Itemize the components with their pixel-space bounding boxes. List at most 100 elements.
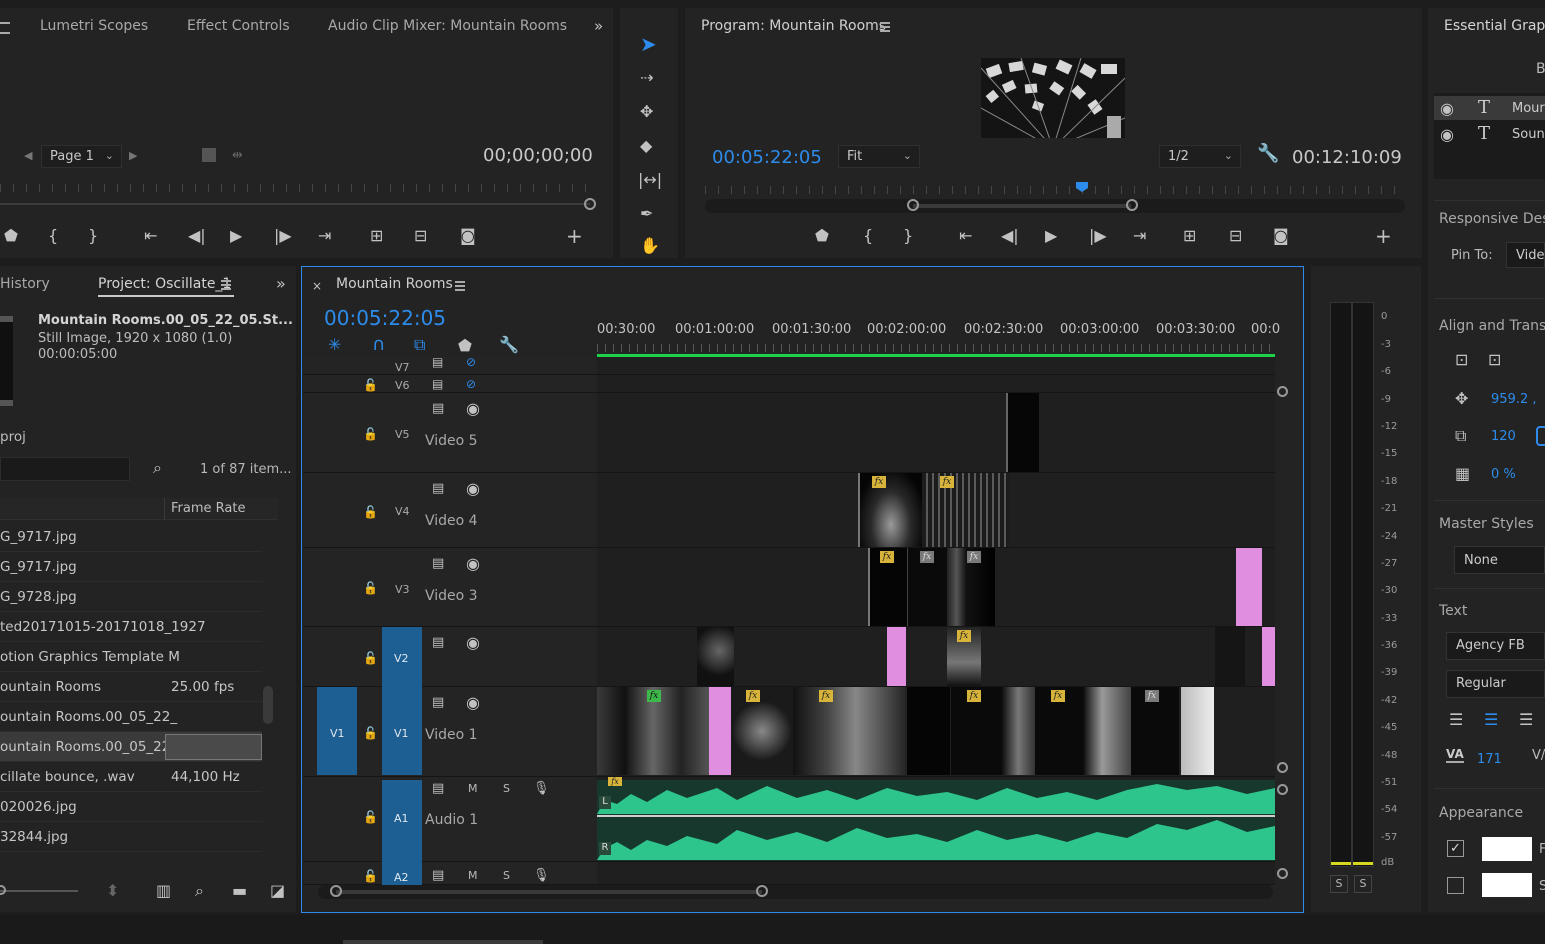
source-timecode[interactable]: 00;00;00;00 — [483, 145, 593, 166]
clip[interactable]: fx — [951, 687, 1035, 775]
tab-project[interactable]: Project: Oscillate_1 — [98, 276, 231, 292]
list-item[interactable]: 32844.jpg — [0, 822, 262, 852]
clip[interactable] — [1215, 627, 1245, 686]
stroke-checkbox[interactable] — [1447, 877, 1464, 894]
button-editor-icon[interactable]: + — [1375, 226, 1392, 246]
wrench-icon[interactable]: 🔧 — [499, 337, 519, 353]
list-item[interactable]: ountain Rooms.00_05_22_ — [0, 732, 262, 762]
solo-right-button[interactable]: S — [1354, 875, 1372, 893]
list-item[interactable]: ted20171015-20171018_1927 — [0, 612, 262, 642]
clip[interactable] — [1006, 393, 1039, 472]
zoom-handle-left[interactable] — [907, 199, 919, 211]
zoom-bar-track[interactable] — [913, 204, 1131, 208]
mark-out-icon[interactable]: } — [903, 228, 913, 244]
lock-icon[interactable]: 🔓 — [363, 504, 378, 520]
eye-off-icon[interactable]: ⊘ — [466, 354, 476, 370]
sort-icon[interactable]: ⬍ — [106, 883, 119, 899]
mute-button[interactable]: M — [468, 782, 478, 795]
toggle-sync-icon[interactable]: ▤ — [432, 556, 444, 572]
hand-tool-icon[interactable]: ✋ — [640, 238, 660, 254]
step-forward-icon[interactable]: |▶ — [274, 228, 292, 244]
lock-icon[interactable]: 🔓 — [363, 809, 378, 825]
go-to-out-icon[interactable]: ⇥ — [318, 228, 331, 244]
timeline-zoom-right[interactable] — [756, 885, 768, 897]
list-item[interactable]: G_9728.jpg — [0, 582, 262, 612]
clip[interactable]: fx — [858, 473, 922, 547]
eg-title[interactable]: Essential Graphic — [1444, 18, 1545, 34]
add-button-icon[interactable]: + — [566, 226, 583, 246]
toggle-sync-icon[interactable]: ▤ — [432, 695, 444, 711]
align-right-icon[interactable]: ☰ — [1519, 712, 1533, 728]
automate-sequence-icon[interactable]: ▥ — [156, 883, 171, 899]
extract-icon[interactable]: ⊟ — [1229, 228, 1242, 244]
program-title[interactable]: Program: Mountain Rooms — [701, 18, 886, 34]
project-search-input[interactable] — [0, 457, 130, 481]
nest-icon[interactable]: ✳ — [328, 337, 341, 353]
video-scroll-handle[interactable] — [1277, 762, 1288, 773]
status-bar-scroll[interactable] — [343, 940, 543, 944]
toggle-sync-icon[interactable]: ▤ — [432, 635, 444, 651]
clip[interactable]: fx — [1035, 687, 1131, 775]
timeline-timecode[interactable]: 00:05:22:05 — [324, 306, 446, 330]
list-item[interactable]: 020026.jpg — [0, 792, 262, 822]
align-horizontal-center-icon[interactable]: ⊡ — [1488, 352, 1501, 368]
play-icon[interactable]: ▶ — [230, 228, 242, 244]
eye-icon[interactable]: ◉ — [466, 695, 480, 711]
lock-icon[interactable]: 🔓 — [363, 725, 378, 741]
linked-selection-icon[interactable]: ⧉ — [414, 337, 425, 353]
sequence-tab[interactable]: Mountain Rooms — [336, 276, 453, 292]
toggle-sync-icon[interactable]: ▤ — [432, 868, 444, 884]
clip[interactable]: fx — [597, 687, 709, 775]
clip[interactable] — [887, 627, 906, 686]
lift-icon[interactable]: ⊞ — [1183, 228, 1196, 244]
zoom-handle-right[interactable] — [1126, 199, 1138, 211]
toggle-sync-icon[interactable]: ▤ — [432, 354, 443, 370]
column-divider[interactable] — [164, 498, 165, 520]
lock-icon[interactable]: 🔓 — [363, 868, 378, 884]
step-back-icon[interactable]: ◀| — [188, 228, 206, 244]
go-to-in-icon[interactable]: ⇤ — [959, 228, 972, 244]
safe-margins-icon[interactable] — [202, 148, 216, 162]
audio-scroll-handle[interactable] — [1277, 868, 1288, 879]
clip[interactable] — [907, 687, 950, 775]
new-bin-icon[interactable]: ▬ — [232, 883, 247, 899]
clip[interactable] — [709, 687, 731, 775]
find-icon[interactable]: ⌕ — [195, 883, 204, 899]
tab-audio-clip-mixer[interactable]: Audio Clip Mixer: Mountain Rooms — [328, 18, 567, 34]
mute-button[interactable]: M — [468, 869, 478, 882]
clip[interactable] — [1236, 548, 1262, 626]
mark-in-icon[interactable]: { — [863, 228, 873, 244]
toggle-sync-icon[interactable]: ▤ — [432, 781, 444, 797]
program-video-frame[interactable] — [981, 58, 1125, 138]
clip[interactable]: fx — [922, 473, 1009, 547]
add-marker-icon[interactable]: ⬟ — [4, 228, 18, 244]
toggle-sync-icon[interactable]: ▤ — [432, 376, 443, 392]
program-menu-icon[interactable] — [880, 22, 890, 32]
list-item[interactable]: otion Graphics Template M — [0, 642, 262, 672]
slip-tool-icon[interactable]: |↔| — [638, 172, 662, 188]
fill-swatch[interactable] — [1482, 837, 1532, 861]
track-select-tool-icon[interactable]: ⇢ — [640, 70, 653, 86]
timeline-ruler-ticks[interactable] — [597, 344, 1275, 352]
fit-select[interactable]: Fit ⌄ — [838, 145, 920, 168]
scale-value[interactable]: 120 — [1491, 429, 1516, 444]
clip[interactable]: fx — [1131, 687, 1179, 775]
video-scroll-handle[interactable] — [1277, 386, 1288, 397]
panel-overflow-icon[interactable]: » — [594, 18, 603, 34]
step-back-icon[interactable]: ◀| — [1001, 228, 1019, 244]
fill-checkbox[interactable]: ✓ — [1447, 840, 1464, 857]
panel-overflow-icon[interactable]: » — [276, 276, 286, 292]
align-left-icon[interactable]: ☰ — [1449, 712, 1463, 728]
tab-history[interactable]: History — [0, 276, 50, 292]
project-menu-icon[interactable] — [221, 280, 231, 290]
clip[interactable] — [1181, 687, 1214, 775]
clip[interactable]: fx — [731, 687, 793, 775]
export-frame-icon[interactable]: ◙ — [1273, 228, 1289, 244]
mark-out-icon[interactable]: } — [88, 228, 98, 244]
solo-left-button[interactable]: S — [1330, 875, 1348, 893]
clip[interactable] — [697, 627, 734, 686]
clip[interactable]: fx — [947, 627, 981, 686]
align-vertical-center-icon[interactable]: ⊡ — [1455, 352, 1468, 368]
link-scale-icon[interactable] — [1536, 426, 1545, 446]
eg-layer-name[interactable]: Mour — [1512, 101, 1545, 116]
